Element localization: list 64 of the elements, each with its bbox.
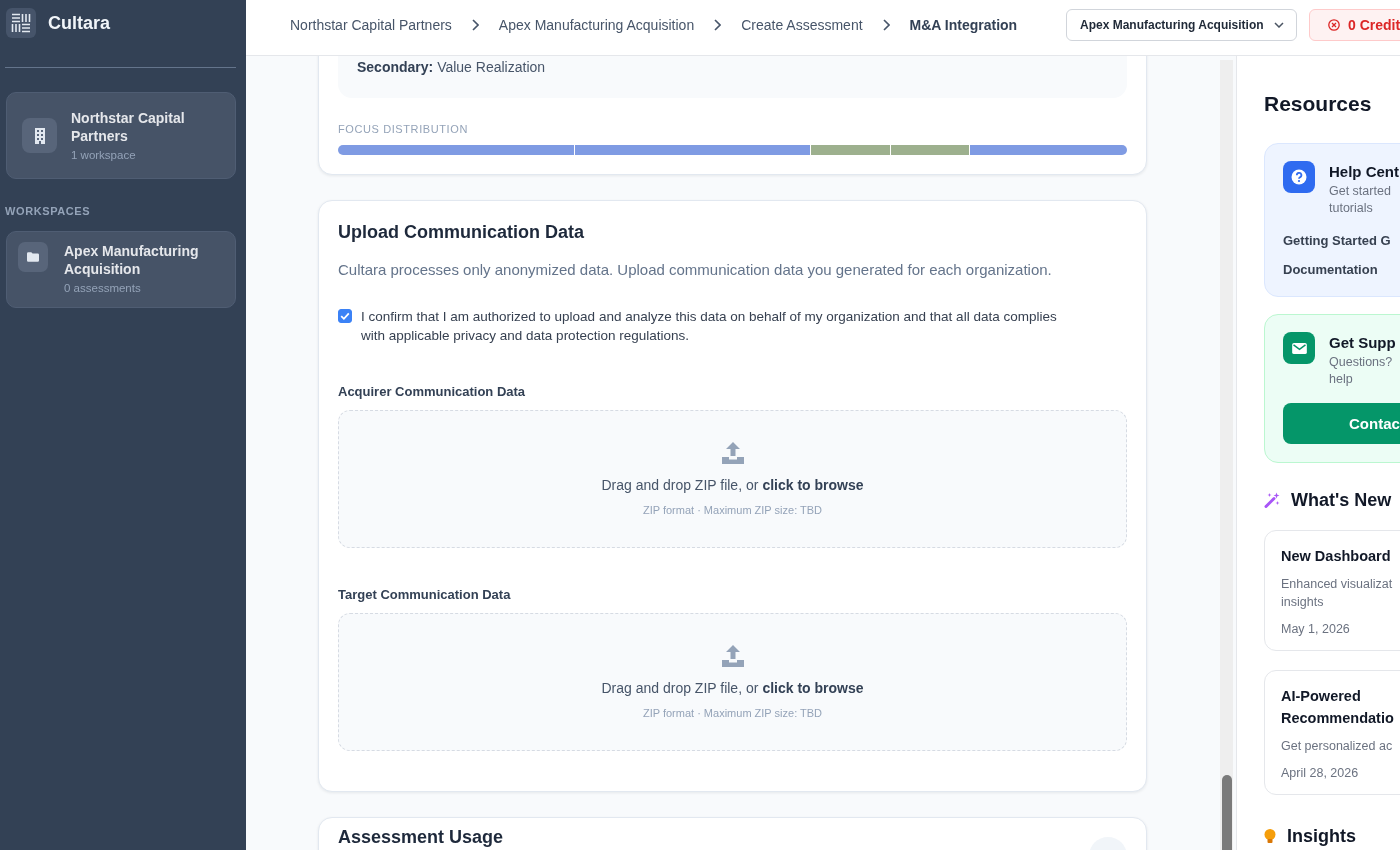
breadcrumb-item[interactable]: Create Assessment xyxy=(741,16,863,33)
workspace-count: 1 workspace xyxy=(71,147,137,163)
dropzone-instruction: Drag and drop ZIP file, or xyxy=(601,476,759,495)
browse-link[interactable]: click to browse xyxy=(762,678,864,698)
panel-title: Resources xyxy=(1264,91,1373,117)
contact-button[interactable]: Contac xyxy=(1283,403,1400,444)
card-description: Get started tutorials xyxy=(1329,183,1392,217)
organization-name: Northstar Capital Partners xyxy=(71,108,186,145)
breadcrumb-item[interactable]: Apex Manufacturing Acquisition xyxy=(498,16,695,33)
lightbulb-icon xyxy=(1264,829,1276,843)
distribution-label: FOCUS DISTRIBUTION xyxy=(338,122,469,136)
breadcrumb-item[interactable]: M&A Integration xyxy=(909,16,1018,33)
card-title: Get Supp xyxy=(1329,333,1396,353)
news-description: Enhanced visualizat insights xyxy=(1281,576,1394,611)
organization-card[interactable]: Northstar Capital Partners 1 workspace xyxy=(6,92,236,179)
field-label: Target Communication Data xyxy=(338,586,512,604)
workspace-name: Apex Manufacturing Acquisition xyxy=(64,242,200,278)
mail-icon xyxy=(1283,332,1315,364)
consent-checkbox[interactable] xyxy=(338,309,352,323)
section-heading: WORKSPACES xyxy=(5,204,92,218)
news-title: AI-Powered Recommendatio xyxy=(1281,687,1395,728)
dropzone-instruction: Drag and drop ZIP file, or xyxy=(601,679,759,698)
news-date: April 28, 2026 xyxy=(1281,765,1360,782)
news-title: New Dashboard xyxy=(1281,547,1392,566)
card-title: Help Cent xyxy=(1329,162,1399,182)
section-title: What's New xyxy=(1291,489,1392,512)
upload-icon xyxy=(720,442,745,464)
chevron-down-icon xyxy=(1274,21,1284,28)
consent-label: I confirm that I am authorized to upload and analyze this data on behalf of my organization and that all data complies with applicable privacy and data protection regulations. xyxy=(361,308,1058,345)
building-icon xyxy=(22,118,57,153)
field-label: Acquirer Communication Data xyxy=(338,383,527,401)
card-description: Cultara processes only anonymized data. Upload communication data you generated for each organization. xyxy=(338,260,1053,280)
secondary-focus: Secondary: Value Realization xyxy=(357,58,547,77)
workspace-card[interactable]: Apex Manufacturing Acquisition 0 assessments xyxy=(6,231,236,308)
breadcrumb-item[interactable]: Northstar Capital Partners xyxy=(290,16,452,33)
browse-link[interactable]: click to browse xyxy=(762,475,864,495)
dropzone-hint: ZIP format · Maximum ZIP size: TBD xyxy=(642,503,823,517)
assessment-count: 0 assessments xyxy=(64,281,142,296)
resource-link[interactable]: Getting Started G xyxy=(1283,232,1391,250)
chevron-right-icon xyxy=(471,18,479,31)
upload-icon xyxy=(720,645,745,667)
folder-icon xyxy=(18,242,48,272)
news-card[interactable]: New Dashboard Enhanced visualizat insights May 1, 2026 xyxy=(1264,530,1400,651)
news-card[interactable]: AI-Powered Recommendatio Get personalized ac April 28, 2026 xyxy=(1264,670,1400,795)
news-description: Get personalized ac xyxy=(1281,738,1394,755)
card-title: Assessment Usage xyxy=(338,826,504,848)
file-dropzone[interactable]: Drag and drop ZIP file, or click to browse ZIP format · Maximum ZIP size: TBD xyxy=(338,613,1127,751)
file-dropzone[interactable]: Drag and drop ZIP file, or click to browse ZIP format · Maximum ZIP size: TBD xyxy=(338,410,1127,548)
chevron-right-icon xyxy=(882,18,890,31)
card-title: Upload Communication Data xyxy=(338,221,585,244)
magic-wand-icon xyxy=(1264,492,1280,508)
credits-button[interactable]: 0 Credit xyxy=(1309,8,1400,41)
brand-name: Cultara xyxy=(48,12,110,34)
close-circle-icon xyxy=(1328,18,1340,31)
section-title: Insights xyxy=(1287,825,1356,848)
help-icon xyxy=(1283,161,1315,193)
scrollbar-thumb[interactable] xyxy=(1221,775,1232,850)
chevron-right-icon xyxy=(714,18,722,31)
resource-link[interactable]: Documentation xyxy=(1283,261,1378,279)
news-date: May 1, 2026 xyxy=(1281,621,1351,638)
card-description: Questions? help xyxy=(1329,354,1394,388)
logo-icon xyxy=(6,8,36,38)
workspace-dropdown[interactable]: Apex Manufacturing Acquisition xyxy=(1066,8,1297,41)
dropzone-hint: ZIP format · Maximum ZIP size: TBD xyxy=(642,706,823,720)
